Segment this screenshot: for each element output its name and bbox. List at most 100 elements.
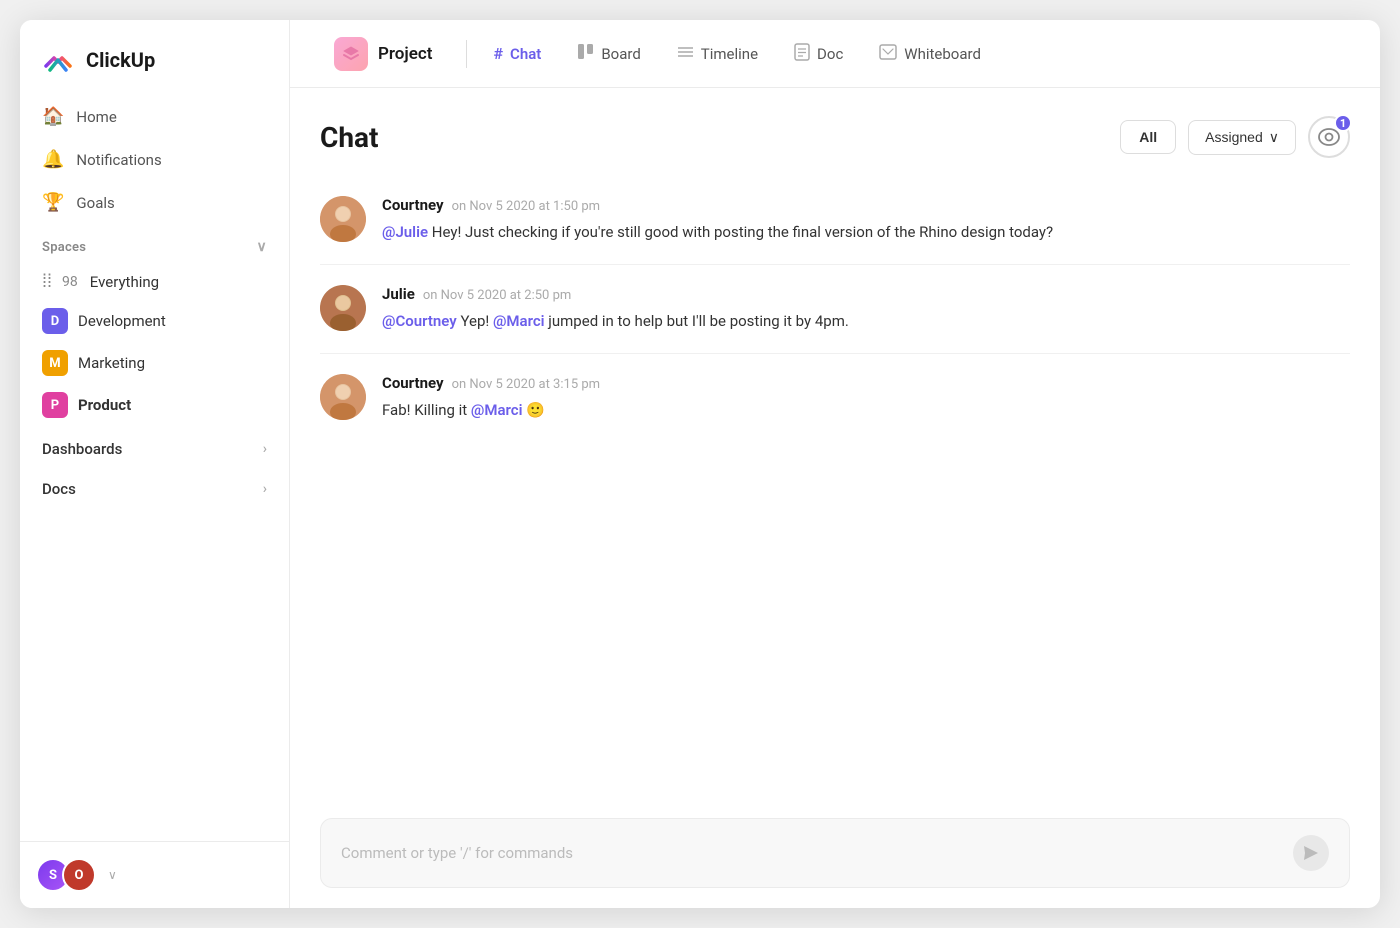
sidebar-item-development-label: Development xyxy=(78,312,166,330)
message-meta: Courtney on Nov 5 2020 at 1:50 pm xyxy=(382,196,1350,214)
tab-doc-label: Doc xyxy=(817,45,843,63)
tab-timeline[interactable]: Timeline xyxy=(663,36,772,71)
tab-board[interactable]: Board xyxy=(563,35,654,72)
sidebar-item-marketing[interactable]: M Marketing xyxy=(30,342,279,384)
trophy-icon: 🏆 xyxy=(42,192,64,213)
sidebar-item-home[interactable]: 🏠 Home xyxy=(30,96,279,137)
chat-area: Chat All Assigned ∨ 1 xyxy=(290,88,1380,908)
message-body: Courtney on Nov 5 2020 at 3:15 pm Fab! K… xyxy=(382,374,1350,422)
dashboards-chevron-icon: › xyxy=(263,441,267,457)
home-icon: 🏠 xyxy=(42,106,64,127)
assigned-chevron-icon: ∨ xyxy=(1269,129,1279,146)
message-text-before: Fab! Killing it xyxy=(382,401,471,419)
sidebar-item-product-label: Product xyxy=(78,396,131,414)
message-meta: Julie on Nov 5 2020 at 2:50 pm xyxy=(382,285,1350,303)
development-badge: D xyxy=(42,308,68,334)
spaces-section-header: Spaces ∨ xyxy=(20,225,289,263)
sidebar-section-dashboards[interactable]: Dashboards › xyxy=(20,426,289,466)
message-author: Courtney xyxy=(382,374,444,392)
spaces-label: Spaces xyxy=(42,240,86,255)
message-text: Fab! Killing it @Marci 🙂 xyxy=(382,398,1350,422)
message-text-emoji: 🙂 xyxy=(526,401,545,419)
message-time: on Nov 5 2020 at 2:50 pm xyxy=(423,288,571,303)
project-icon xyxy=(334,37,368,71)
tab-doc[interactable]: Doc xyxy=(780,35,857,73)
sidebar-item-goals-label: Goals xyxy=(76,194,114,212)
mention-marci: @Marci xyxy=(493,312,545,330)
comment-placeholder: Comment or type '/' for commands xyxy=(341,844,573,862)
sidebar-item-everything-count: 98 xyxy=(62,274,78,290)
chat-header: Chat All Assigned ∨ 1 xyxy=(320,88,1350,176)
tab-timeline-label: Timeline xyxy=(701,45,758,63)
message-text: @Julie Hey! Just checking if you're stil… xyxy=(382,220,1350,244)
sidebar-item-notifications[interactable]: 🔔 Notifications xyxy=(30,139,279,180)
sidebar-item-everything-label: Everything xyxy=(90,273,159,291)
sidebar-section-docs[interactable]: Docs › xyxy=(20,466,289,506)
message-meta: Courtney on Nov 5 2020 at 3:15 pm xyxy=(382,374,1350,392)
comment-box[interactable]: Comment or type '/' for commands xyxy=(320,818,1350,888)
send-button[interactable] xyxy=(1293,835,1329,871)
board-tab-icon xyxy=(577,43,594,64)
watch-button[interactable]: 1 xyxy=(1308,116,1350,158)
comment-box-wrap: Comment or type '/' for commands xyxy=(320,802,1350,908)
sidebar: ClickUp 🏠 Home 🔔 Notifications 🏆 Goals xyxy=(20,20,290,908)
message-author: Courtney xyxy=(382,196,444,214)
project-label: Project xyxy=(378,44,432,64)
message-text-content: Yep! @Marci jumped in to help but I'll b… xyxy=(460,312,848,330)
filter-all-button[interactable]: All xyxy=(1120,120,1176,154)
project-tab[interactable]: Project xyxy=(320,29,446,79)
watch-badge: 1 xyxy=(1334,114,1352,132)
sidebar-item-everything[interactable]: ⁞⁞ 98 Everything xyxy=(30,263,279,300)
message-item: Courtney on Nov 5 2020 at 3:15 pm Fab! K… xyxy=(320,354,1350,442)
bell-icon: 🔔 xyxy=(42,149,64,170)
assigned-label: Assigned xyxy=(1205,129,1263,145)
avatar-julie xyxy=(320,285,366,331)
sidebar-item-home-label: Home xyxy=(76,108,116,126)
mention-courtney: @Courtney xyxy=(382,312,457,330)
spaces-chevron-icon: ∨ xyxy=(256,239,267,255)
doc-tab-icon xyxy=(794,43,810,65)
everything-icon: ⁞⁞ xyxy=(42,271,52,292)
avatar-o: O xyxy=(62,858,96,892)
sidebar-item-marketing-label: Marketing xyxy=(78,354,145,372)
whiteboard-tab-icon xyxy=(879,44,897,64)
avatar-courtney xyxy=(320,196,366,242)
avatar-courtney-2 xyxy=(320,374,366,420)
message-text: @Courtney Yep! @Marci jumped in to help … xyxy=(382,309,1350,333)
sidebar-item-product[interactable]: P Product xyxy=(30,384,279,426)
sidebar-bottom-user[interactable]: S O ∨ xyxy=(20,841,289,908)
message-body: Julie on Nov 5 2020 at 2:50 pm @Courtney… xyxy=(382,285,1350,333)
docs-chevron-icon: › xyxy=(263,481,267,497)
mention-marci-2: @Marci xyxy=(471,401,523,419)
message-item: Julie on Nov 5 2020 at 2:50 pm @Courtney… xyxy=(320,265,1350,354)
chat-title: Chat xyxy=(320,121,378,154)
sidebar-item-development[interactable]: D Development xyxy=(30,300,279,342)
tab-whiteboard[interactable]: Whiteboard xyxy=(865,36,995,72)
tab-chat[interactable]: # Chat xyxy=(479,36,555,71)
marketing-badge: M xyxy=(42,350,68,376)
message-author: Julie xyxy=(382,285,415,303)
docs-label: Docs xyxy=(42,480,76,498)
sidebar-nav: 🏠 Home 🔔 Notifications 🏆 Goals xyxy=(20,96,289,225)
nav-divider xyxy=(466,40,467,68)
message-body: Courtney on Nov 5 2020 at 1:50 pm @Julie… xyxy=(382,196,1350,244)
avatar-group: S O xyxy=(36,858,96,892)
sidebar-item-goals[interactable]: 🏆 Goals xyxy=(30,182,279,223)
logo: ClickUp xyxy=(20,20,289,96)
messages-list: Courtney on Nov 5 2020 at 1:50 pm @Julie… xyxy=(320,176,1350,802)
filter-assigned-button[interactable]: Assigned ∨ xyxy=(1188,120,1296,155)
timeline-tab-icon xyxy=(677,44,694,63)
chat-header-right: All Assigned ∨ 1 xyxy=(1120,116,1350,158)
mention-julie: @Julie xyxy=(382,223,428,241)
top-nav: Project # Chat Board xyxy=(290,20,1380,88)
product-badge: P xyxy=(42,392,68,418)
tab-whiteboard-label: Whiteboard xyxy=(904,45,981,63)
sidebar-item-notifications-label: Notifications xyxy=(76,151,161,169)
message-item: Courtney on Nov 5 2020 at 1:50 pm @Julie… xyxy=(320,176,1350,265)
main-content: Project # Chat Board xyxy=(290,20,1380,908)
message-text-content: Hey! Just checking if you're still good … xyxy=(432,223,1053,241)
dashboards-label: Dashboards xyxy=(42,440,122,458)
logo-text: ClickUp xyxy=(86,48,155,72)
user-menu-chevron-icon: ∨ xyxy=(108,868,117,882)
message-time: on Nov 5 2020 at 3:15 pm xyxy=(452,377,600,392)
